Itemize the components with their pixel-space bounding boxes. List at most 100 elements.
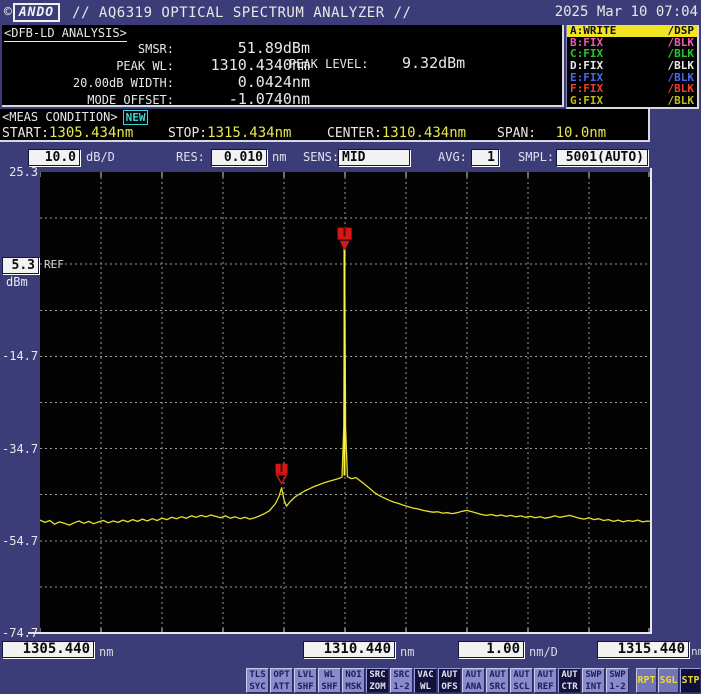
meas-field-value: 1305.434nm — [49, 125, 133, 141]
analysis-result-label: 20.00dB WIDTH: — [4, 76, 174, 90]
meas-field-label: SPAN: — [497, 126, 536, 141]
plot-right-border — [650, 168, 652, 634]
trace-display-mode: /DSP — [668, 25, 695, 37]
softkey-aut-src[interactable]: AUTSRC — [486, 668, 509, 693]
trace-name: G:FIX — [570, 94, 603, 107]
analysis-result-value: 1310.4340nm — [160, 56, 310, 74]
spectrum-plot-area: REF — [40, 172, 650, 633]
softkey-label: SRC — [367, 670, 388, 681]
softkey-swp-int[interactable]: SWPINT — [582, 668, 605, 693]
softkey-noi-msk[interactable]: NOIMSK — [342, 668, 365, 693]
softkey-label: REF — [535, 682, 556, 693]
softkey-label: NOI — [343, 670, 364, 681]
avg-field[interactable]: 1 — [471, 149, 499, 166]
y-axis-tick-label: -14.7 — [2, 349, 38, 363]
softkey-label: INT — [583, 682, 604, 693]
res-label: RES: — [176, 150, 205, 164]
meas-field-center: CENTER:1310.434nm — [327, 125, 466, 141]
meas-panel-title-row: <MEAS CONDITION>NEW — [2, 110, 148, 124]
softkey-label: AUT — [535, 670, 556, 681]
softkey-label: MSK — [343, 682, 364, 693]
level-scale-field[interactable]: 10.0 — [28, 149, 80, 166]
softkey-label: SRC — [487, 682, 508, 693]
ando-logo: ANDO — [13, 3, 60, 22]
analysis-result-label: SMSR: — [4, 42, 174, 56]
softkey-label: STP — [681, 669, 700, 692]
softkey-stp[interactable]: STP — [680, 668, 701, 693]
trace-status-panel: A:WRITE/DSPB:FIX/BLKC:FIX/BLKD:FIX/BLKE:… — [566, 25, 699, 109]
analysis-result-value: -1.0740nm — [160, 90, 310, 108]
x-stop-unit: nm — [691, 645, 701, 658]
softkey-rpt[interactable]: RPT — [636, 668, 657, 693]
spectrum-trace-chart — [40, 172, 650, 633]
softkey-aut-ctr[interactable]: AUTCTR — [558, 668, 581, 693]
softkey-tls-syc[interactable]: TLSSYC — [246, 668, 269, 693]
softkey-label: ANA — [463, 682, 484, 693]
softkey-wl-shf[interactable]: WLSHF — [318, 668, 341, 693]
softkey-aut-scl[interactable]: AUTSCL — [510, 668, 533, 693]
softkey-aut-ana[interactable]: AUTANA — [462, 668, 485, 693]
softkey-label: TLS — [247, 670, 268, 681]
x-center-field[interactable]: 1310.440 — [303, 641, 395, 658]
softkey-label: AUT — [487, 670, 508, 681]
ando-logo-mark-icon: © — [4, 5, 12, 20]
analysis-result-label: PEAK WL: — [4, 59, 174, 73]
y-axis-tick-label: -54.7 — [2, 534, 38, 548]
softkey-label: ZOM — [367, 682, 388, 693]
softkey-label: VAC — [415, 670, 436, 681]
softkey-label: SRC — [391, 670, 412, 681]
header-bar: © ANDO // AQ6319 OPTICAL SPECTRUM ANALYZ… — [0, 0, 701, 25]
softkey-src-zom[interactable]: SRCZOM — [366, 668, 389, 693]
analysis-result-row: PEAK WL:1310.4340nm — [2, 56, 322, 73]
trace-row-g[interactable]: G:FIX/BLK — [567, 95, 697, 107]
smpl-label: SMPL: — [518, 150, 554, 164]
y-axis-tick-label: 25.3 — [2, 165, 38, 179]
trace-display-mode: /BLK — [668, 95, 695, 107]
side-mode-marker-icon — [276, 464, 288, 484]
analysis-result-row: MODE OFFSET:-1.0740nm — [2, 90, 322, 107]
analysis-result-row: SMSR:51.89dBm — [2, 39, 322, 56]
osa-screen: © ANDO // AQ6319 OPTICAL SPECTRUM ANALYZ… — [0, 0, 701, 694]
softkey-swp-1-2[interactable]: SWP1-2 — [606, 668, 629, 693]
softkey-label: SWP — [607, 670, 628, 681]
main-peak-marker-icon — [338, 228, 352, 251]
analysis-result-value: 0.0424nm — [160, 73, 310, 91]
softkey-label: 1-2 — [607, 682, 628, 693]
x-start-unit: nm — [99, 645, 113, 659]
softkey-aut-ofs[interactable]: AUTOFS — [438, 668, 461, 693]
level-scale-unit: dB/D — [86, 150, 115, 164]
x-stop-field[interactable]: 1315.440 — [597, 641, 689, 658]
res-unit: nm — [272, 150, 286, 164]
res-field[interactable]: 0.010 — [211, 149, 267, 166]
datetime-display: 2025 Mar 10 07:04 — [555, 4, 698, 20]
softkey-label: ATT — [271, 682, 292, 693]
softkey-opt-att[interactable]: OPTATT — [270, 668, 293, 693]
softkey-label: AUT — [439, 670, 460, 681]
peak-level-label: PEAK LEVEL: — [289, 57, 368, 71]
softkey-src-1-2[interactable]: SRC1-2 — [390, 668, 413, 693]
avg-label: AVG: — [438, 150, 467, 164]
softkey-label: AUT — [463, 670, 484, 681]
meas-field-value: 10.0nm — [536, 125, 606, 141]
meas-panel-title: <MEAS CONDITION> — [2, 110, 118, 124]
x-center-unit: nm — [400, 645, 414, 659]
softkey-label: LVL — [295, 670, 316, 681]
meas-field-start: START:1305.434nm — [2, 125, 133, 141]
ref-level-field[interactable]: 5.3 — [2, 257, 39, 274]
softkey-label: AUT — [559, 670, 580, 681]
meas-field-label: STOP: — [168, 126, 207, 141]
meas-field-span: SPAN:10.0nm — [497, 125, 606, 141]
x-scale-unit: nm/D — [529, 645, 558, 659]
softkey-sgl[interactable]: SGL — [658, 668, 679, 693]
y-axis-tick-label: -74.7 — [2, 626, 38, 640]
softkey-lvl-shf[interactable]: LVLSHF — [294, 668, 317, 693]
softkey-aut-ref[interactable]: AUTREF — [534, 668, 557, 693]
softkey-vac-wl[interactable]: VACWL — [414, 668, 437, 693]
softkey-toolbar: TLSSYCOPTATTLVLSHFWLSHFNOIMSKSRCZOMSRC1-… — [0, 667, 701, 694]
softkey-label: SWP — [583, 670, 604, 681]
x-start-field[interactable]: 1305.440 — [2, 641, 94, 658]
sens-field[interactable]: MID — [338, 149, 410, 166]
dfb-ld-analysis-panel: <DFB-LD ANALYSIS> SMSR:51.89dBmPEAK WL:1… — [2, 25, 564, 107]
x-scale-field[interactable]: 1.00 — [458, 641, 524, 658]
smpl-field[interactable]: 5001(AUTO) — [556, 149, 648, 166]
